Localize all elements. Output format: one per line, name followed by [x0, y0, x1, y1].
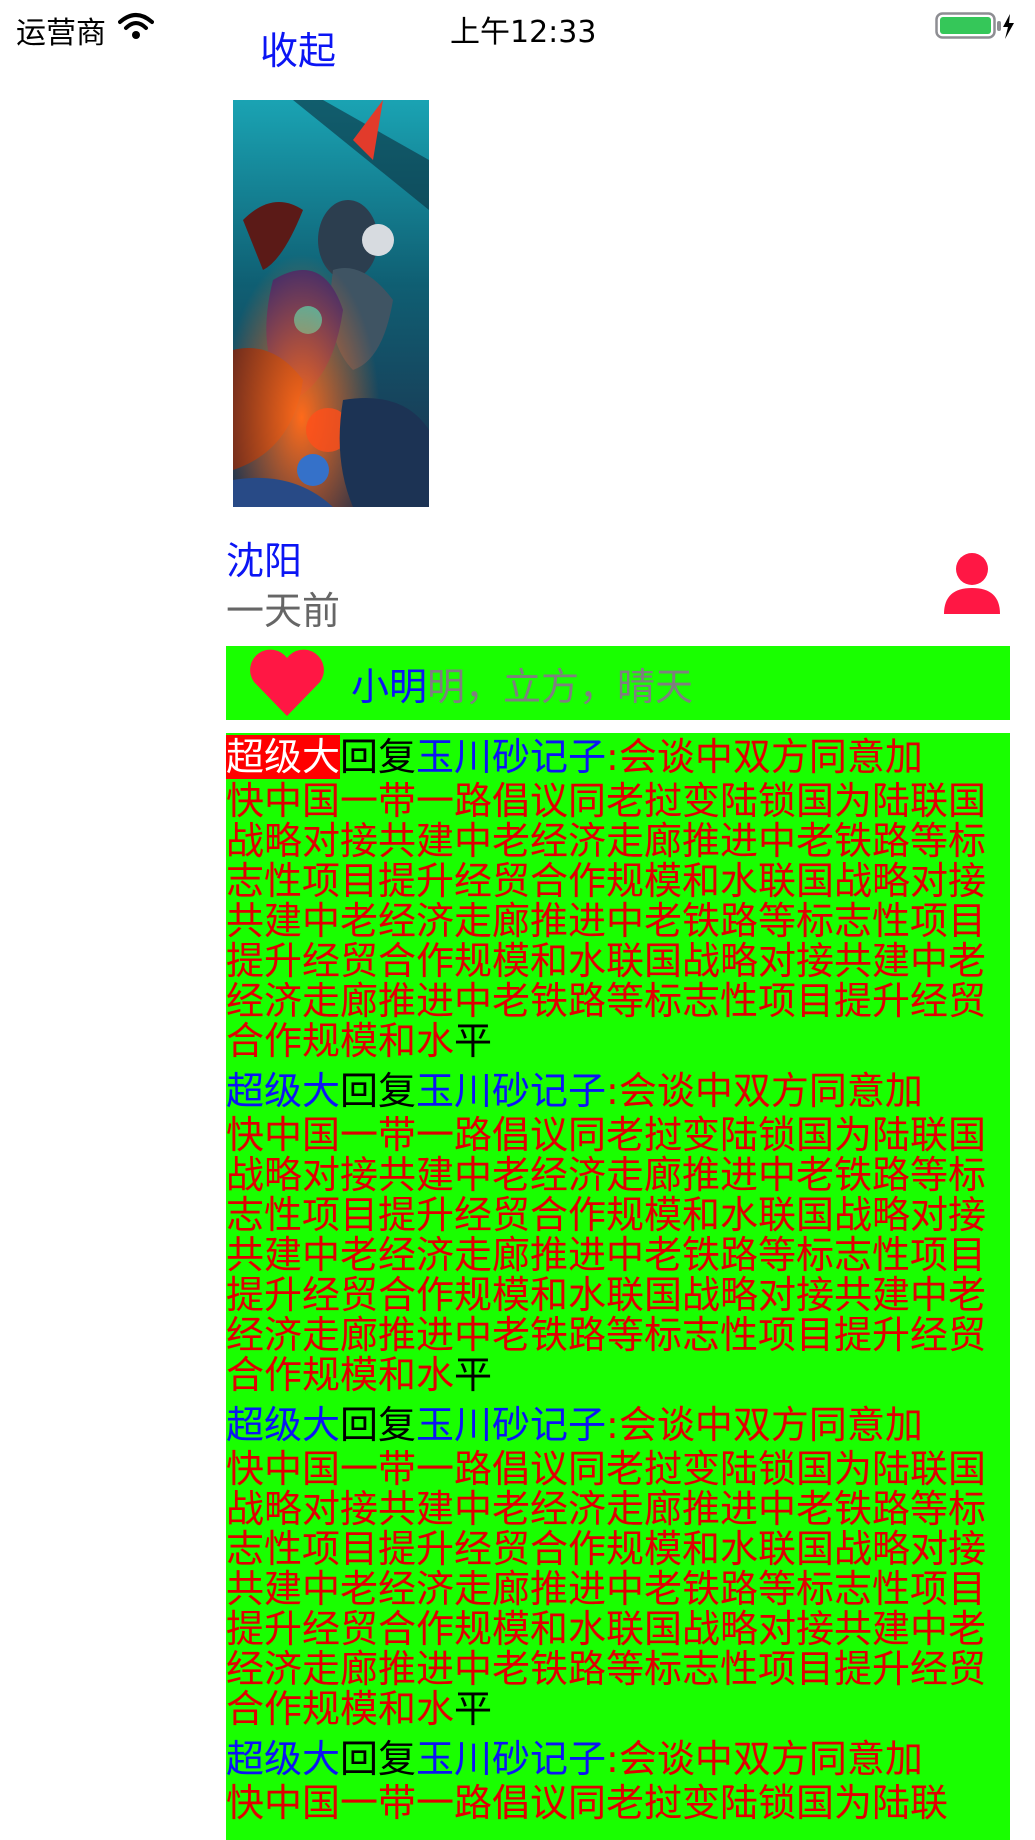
comment-item[interactable]: 超级大回复玉川砂记子:会谈中双方同意加 快中国一带一路倡议同老挝变陆锁国为陆联国… [226, 1401, 1010, 1729]
post-image[interactable] [233, 100, 429, 507]
wifi-icon [118, 12, 154, 44]
comment-lead: :会谈中双方同意加 [606, 1403, 923, 1447]
comment-author[interactable]: 超级大 [226, 1403, 340, 1447]
comment-lead: :会谈中双方同意加 [606, 1069, 923, 1113]
like-user[interactable]: 小明 [351, 665, 427, 709]
likes-list: 小明明，立方，晴天 [351, 656, 693, 711]
comment-lead: :会谈中双方同意加 [606, 735, 923, 779]
comment-lead: :会谈中双方同意加 [606, 1737, 923, 1781]
comment-item[interactable]: 超级大回复玉川砂记子:会谈中双方同意加 快中国一带一路倡议同老挝变陆锁国为陆联国… [226, 733, 1010, 1061]
carrier-label: 运营商 [16, 16, 106, 51]
collapse-button[interactable]: 收起 [260, 20, 336, 75]
post-time: 一天前 [226, 589, 341, 633]
comment-author[interactable]: 超级大 [226, 735, 341, 779]
reply-label: 回复 [340, 1737, 417, 1781]
comment-text: 快中国一带一路倡议同老挝变陆锁国为陆联国战略对接共建中老经济走廊推进中老铁路等标… [226, 779, 987, 1063]
comment-tail: 平 [454, 1687, 493, 1731]
status-time: 上午12:33 [450, 15, 597, 50]
comment-text: 快中国一带一路倡议同老挝变陆锁国为陆联 [226, 1781, 949, 1825]
battery-charging-icon [935, 12, 1015, 44]
comment-item[interactable]: 超级大回复玉川砂记子:会谈中双方同意加 快中国一带一路倡议同老挝变陆锁国为陆联 [226, 1735, 1010, 1823]
comment-author[interactable]: 超级大 [226, 1069, 340, 1113]
likes-bar: 小明明，立方，晴天 [226, 646, 1010, 720]
like-others: 明，立方，晴天 [427, 665, 694, 709]
reply-target[interactable]: 玉川砂记子 [416, 1737, 606, 1781]
reply-target[interactable]: 玉川砂记子 [416, 1403, 606, 1447]
reply-label: 回复 [340, 735, 417, 779]
comment-text: 快中国一带一路倡议同老挝变陆锁国为陆联国战略对接共建中老经济走廊推进中老铁路等标… [226, 1113, 987, 1397]
comment-tail: 平 [454, 1019, 493, 1063]
reply-label: 回复 [340, 1403, 417, 1447]
comment-item[interactable]: 超级大回复玉川砂记子:会谈中双方同意加 快中国一带一路倡议同老挝变陆锁国为陆联国… [226, 1067, 1010, 1395]
comment-text: 快中国一带一路倡议同老挝变陆锁国为陆联国战略对接共建中老经济走廊推进中老铁路等标… [226, 1447, 987, 1731]
reply-target[interactable]: 玉川砂记子 [416, 735, 606, 779]
reply-target[interactable]: 玉川砂记子 [416, 1069, 606, 1113]
user-icon[interactable] [942, 552, 1002, 618]
comment-tail: 平 [454, 1353, 493, 1397]
heart-icon[interactable] [248, 648, 326, 720]
comment-list: 超级大回复玉川砂记子:会谈中双方同意加 快中国一带一路倡议同老挝变陆锁国为陆联国… [226, 733, 1010, 1840]
reply-label: 回复 [340, 1069, 417, 1113]
comment-author[interactable]: 超级大 [226, 1737, 340, 1781]
status-bar: 运营商 上午12:33 [0, 0, 1035, 52]
post-username[interactable]: 沈阳 [226, 530, 302, 585]
